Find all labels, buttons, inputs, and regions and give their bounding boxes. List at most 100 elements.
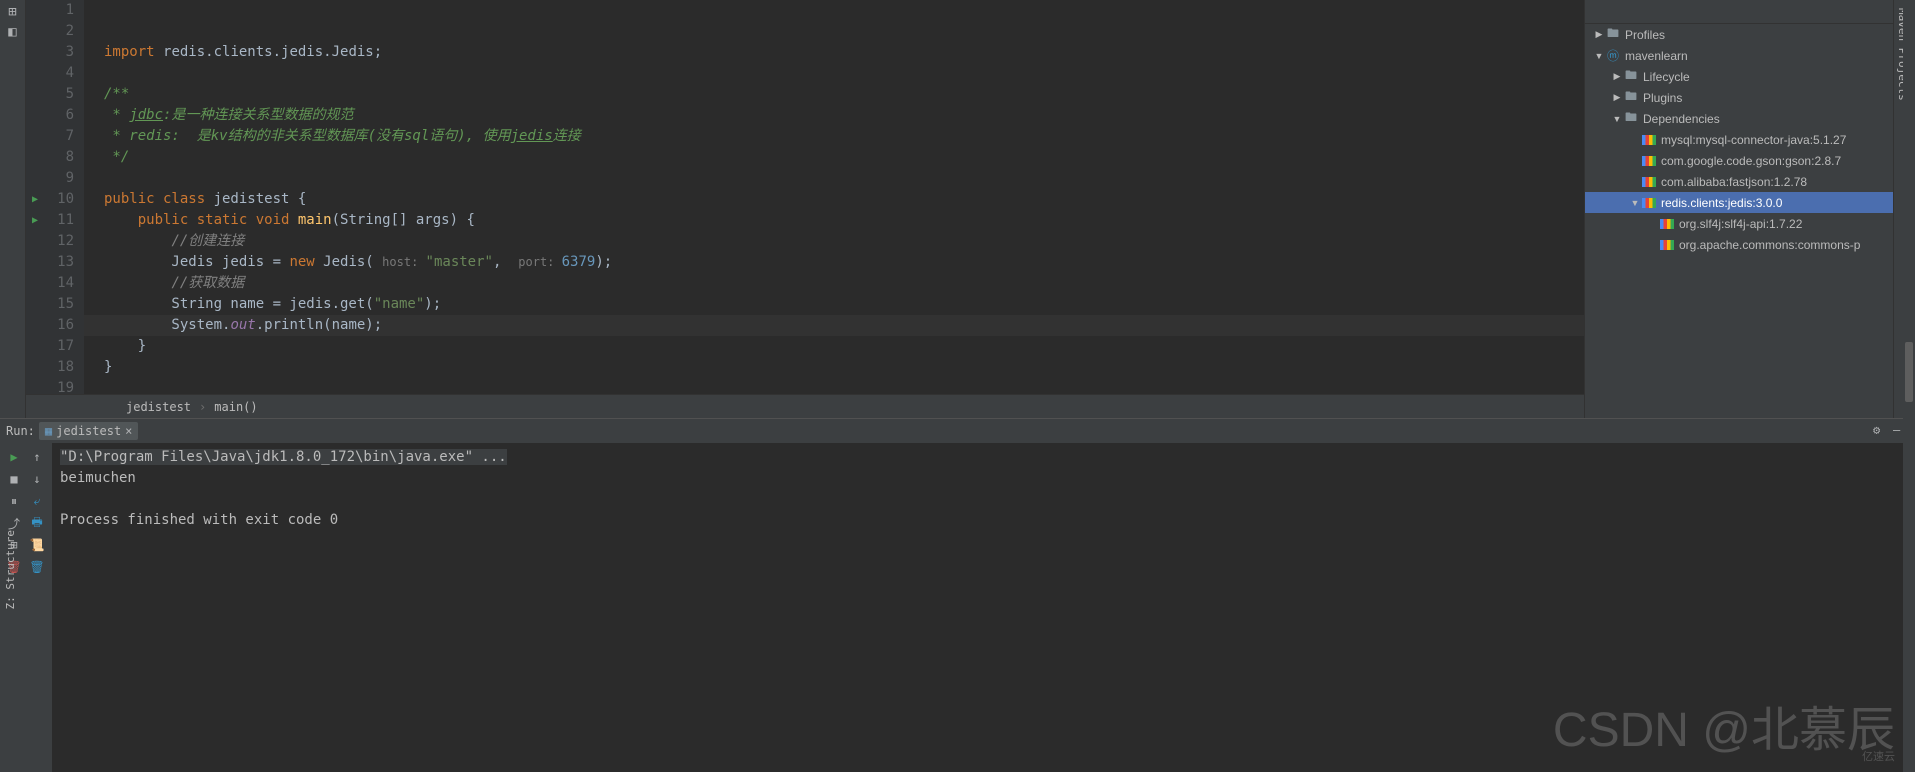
tool-icon[interactable]: ◧ (5, 24, 21, 40)
code-line[interactable] (104, 63, 1584, 84)
maven-tree-node[interactable]: ▼ redis.clients:jedis:3.0.0 (1585, 192, 1893, 213)
code-line[interactable]: /** (104, 84, 1584, 105)
line-number: 18 (26, 357, 74, 378)
line-number: 14 (26, 273, 74, 294)
breadcrumb-item[interactable]: main() (214, 400, 257, 414)
line-number: 2 (26, 21, 74, 42)
ratio-icon[interactable]: ⊞ (5, 4, 21, 20)
tree-node-label: mysql:mysql-connector-java:5.1.27 (1661, 133, 1846, 147)
folder-icon: 🖿 (1623, 90, 1639, 106)
code-line[interactable] (104, 378, 1584, 394)
line-number: 10▶ (26, 189, 74, 210)
gear-icon[interactable]: ⚙ (1873, 423, 1889, 439)
line-number: 12 (26, 231, 74, 252)
tree-arrow-icon[interactable]: ▼ (1611, 114, 1623, 124)
breadcrumb-item[interactable]: jedistest (126, 400, 191, 414)
run-gutter-icon[interactable]: ▶ (32, 210, 38, 231)
maven-tree-node[interactable]: ▶🖿Plugins (1585, 87, 1893, 108)
library-icon (1641, 174, 1657, 190)
run-output[interactable]: "D:\Program Files\Java\jdk1.8.0_172\bin\… (52, 443, 1915, 772)
watermark-small: 亿速云 (1862, 748, 1895, 764)
stop-button[interactable]: ■ (4, 469, 24, 489)
folder-icon: 🖿 (1623, 111, 1639, 127)
tree-node-label: org.slf4j:slf4j-api:1.7.22 (1679, 217, 1802, 231)
code-line[interactable]: * redis: 是kv结构的非关系型数据库(没有sql语句), 使用jedis… (104, 126, 1584, 147)
library-icon (1641, 153, 1657, 169)
line-number: 5 (26, 84, 74, 105)
tree-arrow-icon[interactable]: ▶ (1611, 92, 1623, 103)
print-icon[interactable]: 🖶 (27, 513, 47, 533)
line-number: 4 (26, 63, 74, 84)
line-number: 15 (26, 294, 74, 315)
run-tab-label: jedistest (56, 424, 121, 438)
line-number: 6 (26, 105, 74, 126)
code-line[interactable]: Jedis jedis = new Jedis( host: "master",… (104, 252, 1584, 273)
code-line[interactable]: * jdbc:是一种连接关系型数据的规范 (104, 105, 1584, 126)
line-number: 9 (26, 168, 74, 189)
code-line[interactable]: */ (104, 147, 1584, 168)
maven-toolbar (1585, 0, 1893, 24)
up-button[interactable]: ↑ (27, 447, 47, 467)
maven-tree[interactable]: ▶🖿Profiles▼ⓜmavenlearn▶🖿Lifecycle▶🖿Plugi… (1585, 24, 1893, 418)
wrap-icon[interactable]: ⤶ (27, 491, 47, 511)
tree-node-label: Profiles (1625, 28, 1665, 42)
line-number: 11▶ (26, 210, 74, 231)
tree-node-label: org.apache.commons:commons-p (1679, 238, 1860, 252)
tree-node-label: mavenlearn (1625, 49, 1688, 63)
pause-button[interactable]: ⏸ (4, 491, 24, 511)
run-panel: Run: ▦ jedistest × ⚙ – ▶ ↑ ■ ↓ ⏸ ⤶ ⤴ 🖶 ⊞… (0, 418, 1915, 772)
maven-tree-node[interactable]: ▼ⓜ mavenlearn (1585, 45, 1893, 66)
code-line[interactable]: import redis.clients.jedis.Jedis; (104, 42, 1584, 63)
maven-tree-node[interactable]: com.google.code.gson:gson:2.8.7 (1585, 150, 1893, 171)
run-gutter-icon[interactable]: ▶ (32, 189, 38, 210)
maven-tree-node[interactable]: ▶🖿 Profiles (1585, 24, 1893, 45)
line-number: 1 (26, 0, 74, 21)
left-tool-rail: ⊞ ◧ (0, 0, 26, 418)
code-line[interactable]: String name = jedis.get("name"); (104, 294, 1584, 315)
code-line[interactable] (104, 168, 1584, 189)
down-button[interactable]: ↓ (27, 469, 47, 489)
tree-node-label: com.google.code.gson:gson:2.8.7 (1661, 154, 1841, 168)
line-number: 7 (26, 126, 74, 147)
maven-tree-node[interactable]: com.alibaba:fastjson:1.2.78 (1585, 171, 1893, 192)
tree-node-label: redis.clients:jedis:3.0.0 (1661, 196, 1782, 210)
breadcrumb-sep: › (199, 400, 206, 414)
maven-tree-node[interactable]: ▼🖿Dependencies (1585, 108, 1893, 129)
trash-icon[interactable]: 🗑 (27, 557, 47, 577)
tree-arrow-icon[interactable]: ▶ (1611, 71, 1623, 82)
code-line[interactable]: //获取数据 (104, 273, 1584, 294)
maven-icon: ⓜ (1605, 48, 1621, 64)
editor-area: 12345678910▶11▶1213141516171819 import r… (26, 0, 1584, 418)
gutter: 12345678910▶11▶1213141516171819 (26, 0, 84, 394)
scroll-icon[interactable]: 📜 (27, 535, 47, 555)
maven-tree-node[interactable]: org.apache.commons:commons-p (1585, 234, 1893, 255)
library-icon (1641, 195, 1657, 211)
code-line[interactable]: public class jedistest { (104, 189, 1584, 210)
tree-arrow-icon[interactable]: ▼ (1629, 198, 1641, 208)
rerun-button[interactable]: ▶ (4, 447, 24, 467)
breadcrumb: jedistest › main() (26, 394, 1584, 418)
code-line[interactable] (104, 21, 1584, 42)
maven-tree-node[interactable]: org.slf4j:slf4j-api:1.7.22 (1585, 213, 1893, 234)
code-line[interactable]: } (104, 357, 1584, 378)
run-title: Run: (6, 424, 35, 438)
maven-panel: ▶🖿Profiles▼ⓜmavenlearn▶🖿Lifecycle▶🖿Plugi… (1584, 0, 1893, 418)
code-line[interactable]: //创建连接 (104, 231, 1584, 252)
tree-arrow-icon[interactable]: ▶ (1593, 29, 1605, 40)
code-line[interactable]: public static void main(String[] args) { (104, 210, 1584, 231)
line-number: 19 (26, 378, 74, 394)
folder-icon: 🖿 (1605, 27, 1621, 43)
code-editor[interactable]: import redis.clients.jedis.Jedis; /** * j… (84, 0, 1584, 394)
library-icon (1641, 132, 1657, 148)
library-icon (1659, 216, 1675, 232)
structure-tab[interactable]: Z: Structure (4, 530, 17, 609)
maven-tree-node[interactable]: ▶🖿Lifecycle (1585, 66, 1893, 87)
line-number: 8 (26, 147, 74, 168)
code-line[interactable] (104, 0, 1584, 21)
close-icon[interactable]: × (125, 424, 132, 438)
run-tab[interactable]: ▦ jedistest × (39, 422, 139, 440)
line-number: 16 (26, 315, 74, 336)
tree-arrow-icon[interactable]: ▼ (1593, 51, 1605, 61)
maven-tree-node[interactable]: mysql:mysql-connector-java:5.1.27 (1585, 129, 1893, 150)
code-line[interactable]: } (104, 336, 1584, 357)
